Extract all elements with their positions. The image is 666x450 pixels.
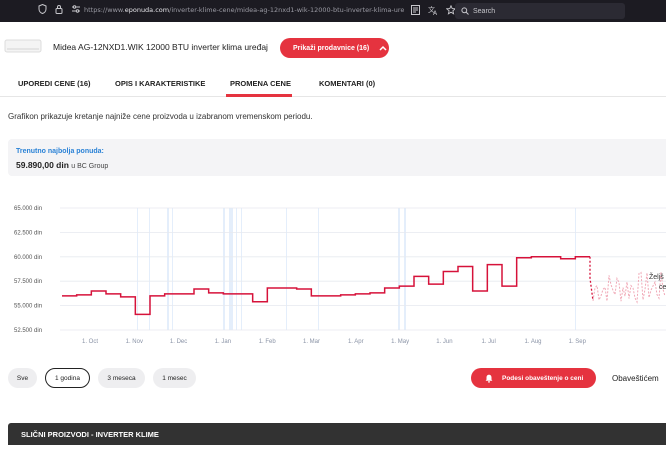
highlight-band xyxy=(229,208,233,330)
address-bar-actions: 文A xyxy=(411,5,456,15)
product-title: Midea AG-12NXD1.WIK 12000 BTU inverter k… xyxy=(53,42,268,52)
best-price-shop: u BC Group xyxy=(71,163,109,170)
x-tick-label: 1. Jan xyxy=(215,339,231,345)
y-tick-label: 57.500 din xyxy=(14,279,42,285)
best-price-value: 59.890,00 din xyxy=(16,160,69,170)
chevron-up-icon xyxy=(379,45,387,51)
range-1-year-button[interactable]: 1 godina xyxy=(45,368,90,388)
best-offer-box: Trenutno najbolja ponuda: 59.890,00 din … xyxy=(8,139,666,176)
x-tick-label: 1. May xyxy=(391,339,409,345)
y-tick-label: 65.000 din xyxy=(14,206,42,212)
y-tick-label: 55.000 din xyxy=(14,304,42,310)
lock-icon[interactable] xyxy=(55,4,63,14)
translate-icon[interactable]: 文A xyxy=(428,5,438,15)
product-image[interactable] xyxy=(4,34,42,58)
search-placeholder: Search xyxy=(473,7,496,15)
show-sellers-button[interactable]: Prikaži prodavnice (16) xyxy=(280,38,389,58)
x-tick-label: 1. Feb xyxy=(259,339,277,345)
tab-description[interactable]: OPIS I KARAKTERISTIKE xyxy=(115,79,205,88)
x-tick-label: 1. Jul xyxy=(482,339,496,345)
series-dashed-segment xyxy=(589,256,594,301)
price-alert-button[interactable]: Podesi obaveštenje o ceni xyxy=(471,368,596,388)
x-axis-labels: 1. Oct 1. Nov 1. Dec 1. Jan 1. Feb 1. Mar 1. A… xyxy=(82,339,587,345)
url-prefix: https://www. xyxy=(84,6,125,14)
highlight-band xyxy=(318,208,319,330)
highlight-band xyxy=(137,208,138,330)
best-offer-price: 59.890,00 din u BC Group xyxy=(16,160,108,170)
reader-view-icon[interactable] xyxy=(411,5,420,15)
highlight-band xyxy=(575,208,576,330)
x-tick-label: 1. Jun xyxy=(436,339,452,345)
x-tick-label: 1. Apr xyxy=(348,339,364,345)
best-offer-label: Trenutno najbolja ponuda: xyxy=(16,148,104,155)
range-all-button[interactable]: Sve xyxy=(8,368,37,388)
legend-label: Željš xyxy=(649,272,664,281)
active-tab-indicator xyxy=(226,94,292,97)
price-alert-label: Podesi obaveštenje o ceni xyxy=(502,374,584,382)
range-1-month-button[interactable]: 1 mesec xyxy=(153,368,196,388)
x-tick-label: 1. Oct xyxy=(82,339,98,345)
tab-comments[interactable]: KOMENTARI (0) xyxy=(319,79,375,88)
tab-compare-prices[interactable]: UPOREDI CENE (16) xyxy=(18,79,91,88)
y-tick-label: 62.500 din xyxy=(14,230,42,236)
y-axis-labels: 65.000 din 62.500 din 60.000 din 57.500 din… xyxy=(14,206,42,334)
svg-text:A: A xyxy=(433,10,438,15)
x-tick-label: 1. Aug xyxy=(524,339,541,345)
price-history-chart[interactable]: 65.000 din 62.500 din 60.000 din 57.500 din… xyxy=(0,198,666,350)
x-tick-label: 1. Nov xyxy=(126,339,143,345)
search-icon xyxy=(461,7,469,15)
y-tick-label: 52.500 din xyxy=(14,328,42,334)
highlight-band xyxy=(223,208,225,330)
address-bar[interactable]: https://www.eponuda.com/inverter-klime-c… xyxy=(84,6,404,14)
bell-icon xyxy=(485,374,493,383)
tab-price-history[interactable]: PROMENA CENE xyxy=(230,79,291,88)
product-tabs: UPOREDI CENE (16) OPIS I KARAKTERISTIKE … xyxy=(0,72,666,97)
browser-toolbar: https://www.eponuda.com/inverter-klime-c… xyxy=(0,0,666,22)
highlight-band xyxy=(167,208,169,330)
similar-products-header: SLIČNI PROIZVODI - INVERTER KLIME xyxy=(8,423,666,445)
highlight-band xyxy=(398,208,400,330)
x-tick-label: 1. Dec xyxy=(170,339,187,345)
chart-description: Grafikon prikazuje kretanje najniže cene… xyxy=(8,112,313,121)
chart-highlight-bands xyxy=(137,208,576,330)
highlight-band xyxy=(404,208,406,330)
x-tick-label: 1. Mar xyxy=(303,339,320,345)
highlight-band xyxy=(172,208,173,330)
permissions-icon[interactable] xyxy=(71,4,81,14)
similar-products-title: SLIČNI PROIZVODI - INVERTER KLIME xyxy=(21,430,159,439)
y-tick-label: 60.000 din xyxy=(14,255,42,261)
show-sellers-label: Prikaži prodavnice (16) xyxy=(293,44,370,52)
highlight-band xyxy=(241,208,242,330)
legend-label: ce xyxy=(659,284,666,291)
highlight-band xyxy=(236,208,237,330)
url-host: eponuda.com xyxy=(124,6,170,14)
product-header: Midea AG-12NXD1.WIK 12000 BTU inverter k… xyxy=(0,22,666,72)
url-path: /inverter-klime-cene/midea-ag-12nxd1-wik… xyxy=(169,6,404,14)
notify-more-text: Obaveštićem xyxy=(612,374,659,383)
browser-nav-icons xyxy=(38,4,81,14)
x-tick-label: 1. Sep xyxy=(569,339,587,345)
browser-search-box[interactable]: Search xyxy=(455,3,625,19)
range-3-months-button[interactable]: 3 meseca xyxy=(98,368,145,388)
shield-icon[interactable] xyxy=(38,4,47,14)
highlight-band xyxy=(286,208,287,330)
